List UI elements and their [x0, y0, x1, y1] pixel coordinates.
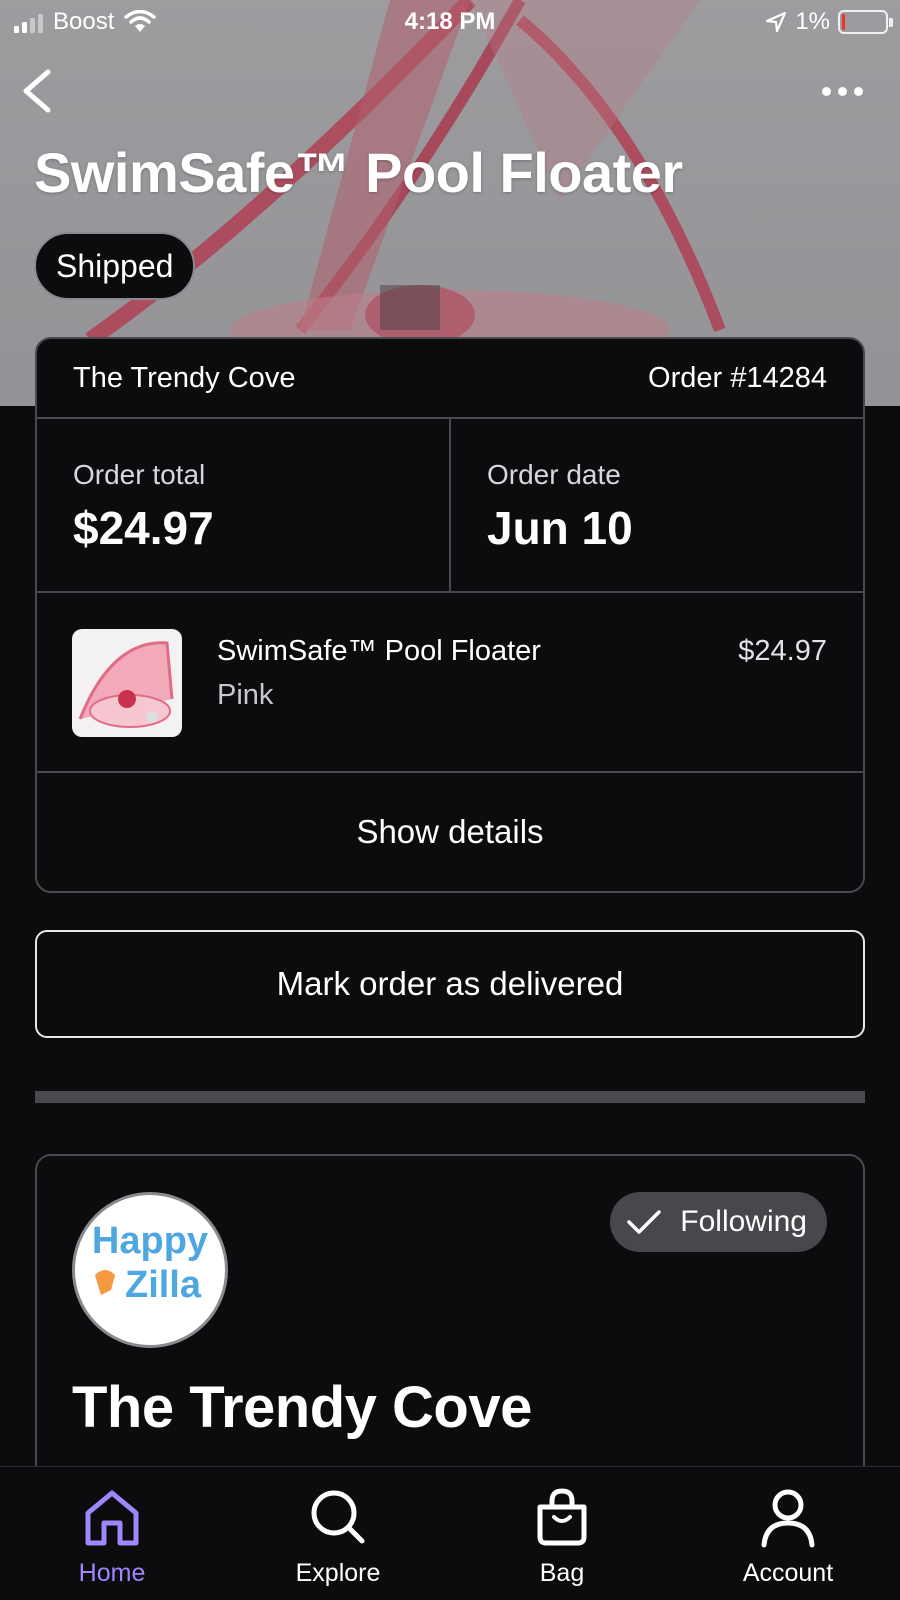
- search-icon: [311, 1490, 365, 1544]
- home-icon: [85, 1490, 139, 1546]
- item-name: SwimSafe™ Pool Floater: [217, 635, 541, 667]
- tab-home-label: Home: [78, 1559, 146, 1587]
- page-title: SwimSafe™ Pool Floater: [34, 141, 683, 204]
- checkmark-icon: [627, 1210, 662, 1234]
- tab-explore-label: Explore: [295, 1559, 381, 1587]
- order-card-header: The Trendy Cove Order #14284: [37, 339, 863, 419]
- order-date-label: Order date: [487, 459, 621, 490]
- following-label: Following: [680, 1205, 807, 1238]
- shop-logo[interactable]: Happy Zilla: [72, 1192, 228, 1348]
- more-icon[interactable]: [822, 78, 866, 104]
- order-total-value: $24.97: [73, 502, 214, 554]
- item-variant: Pink: [217, 679, 274, 711]
- shop-name[interactable]: The Trendy Cove: [73, 362, 295, 395]
- order-summary-card: The Trendy Cove Order #14284 Order total…: [35, 337, 865, 893]
- order-detail-screen: Boost 4:18 PM 1% SwimSafe™ Pool Floater …: [0, 0, 900, 1600]
- mark-delivered-button[interactable]: Mark order as delivered: [35, 930, 865, 1038]
- back-chevron-icon[interactable]: [18, 68, 58, 114]
- order-date-value: Jun 10: [487, 502, 633, 554]
- tab-bar: Home Explore Bag Account: [0, 1466, 900, 1600]
- product-thumbnail: [72, 629, 182, 737]
- following-button[interactable]: Following: [610, 1192, 827, 1252]
- battery-icon: [838, 10, 893, 34]
- battery-percent: 1%: [795, 8, 830, 35]
- order-total: Order total $24.97: [37, 419, 449, 591]
- tab-account[interactable]: Account: [708, 1485, 868, 1588]
- location-arrow-icon: [766, 11, 787, 33]
- show-details-button[interactable]: Show details: [37, 773, 863, 891]
- tab-bag-label: Bag: [539, 1559, 585, 1587]
- status-bar: Boost 4:18 PM 1%: [0, 0, 900, 46]
- order-date: Order date Jun 10: [449, 419, 863, 591]
- bag-icon: [537, 1488, 587, 1546]
- tab-explore[interactable]: Explore: [258, 1485, 418, 1588]
- logo-text-top: Happy: [92, 1220, 208, 1262]
- order-stats: Order total $24.97 Order date Jun 10: [37, 419, 863, 593]
- tab-account-label: Account: [742, 1559, 834, 1587]
- account-icon: [761, 1489, 815, 1548]
- logo-text-bottom: Zilla: [125, 1264, 202, 1306]
- section-divider: [35, 1091, 865, 1103]
- tab-home[interactable]: Home: [32, 1485, 192, 1588]
- order-total-label: Order total: [73, 459, 206, 490]
- shop-title: The Trendy Cove: [72, 1375, 532, 1440]
- tab-bag[interactable]: Bag: [482, 1485, 642, 1588]
- order-number: Order #14284: [648, 361, 827, 394]
- order-line-item[interactable]: SwimSafe™ Pool Floater Pink $24.97: [37, 593, 863, 773]
- status-badge: Shipped: [34, 232, 196, 300]
- item-price: $24.97: [738, 635, 827, 667]
